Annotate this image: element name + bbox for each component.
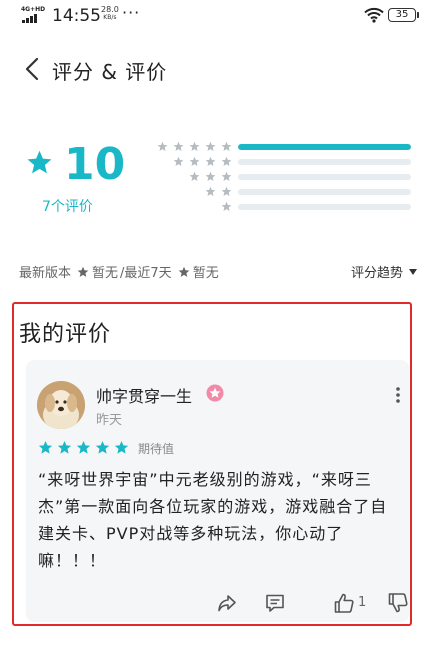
level-badge-icon: [206, 384, 224, 402]
comment-icon[interactable]: [264, 592, 286, 614]
version-ratings: 最新版本 暂无 /最近7天 暂无: [19, 262, 219, 281]
star-icon: [76, 440, 91, 454]
app-header: 评分 & 评价: [0, 48, 442, 88]
star-icon: [205, 171, 216, 181]
distribution-bar: [238, 159, 411, 165]
thumbs-down-icon[interactable]: [387, 592, 409, 614]
distribution-stars: [189, 171, 232, 182]
star-icon: [205, 141, 216, 151]
distribution-row-2-star: [150, 185, 412, 200]
thumbs-up-icon[interactable]: [333, 592, 355, 614]
distribution-stars: [205, 186, 232, 197]
rating-trend-dropdown[interactable]: 评分趋势: [351, 262, 417, 281]
distribution-row-5-star: [150, 140, 412, 155]
latest-version-score: 暂无: [92, 266, 119, 281]
review-time: 昨天: [96, 413, 123, 428]
section-title: 我的评价: [19, 322, 112, 347]
star-icon: [189, 156, 200, 166]
star-icon: [57, 440, 72, 454]
star-icon: [221, 186, 232, 196]
star-icon: [189, 171, 200, 181]
review-actions: 1: [216, 592, 409, 616]
star-icon: [77, 266, 89, 277]
star-icon: [221, 171, 232, 181]
my-review-section: 我的评价 帅字贯穿一生 昨天 期待值 “来呀世界宇宙”中元老级别的游戏，“来呀三…: [12, 302, 412, 626]
review-text: “来呀世界宇宙”中元老级别的游戏，“来呀三杰”第一款面向各位玩家的游戏，游戏融合…: [38, 470, 388, 570]
distribution-row-3-star: [150, 170, 412, 185]
battery-icon: 35: [388, 8, 419, 22]
status-bar: 4G+HD 14:55 28.0 KB/s ··· 35: [0, 0, 442, 34]
filter-row: 最新版本 暂无 /最近7天 暂无 评分趋势: [19, 262, 419, 282]
star-icon: [173, 156, 184, 166]
signal-icon: 4G+HD: [21, 6, 46, 23]
rating-count: 7个评价: [42, 199, 93, 215]
distribution-bar: [238, 204, 411, 210]
star-icon: [221, 141, 232, 151]
star-icon: [157, 141, 168, 151]
username[interactable]: 帅字贯穿一生: [96, 383, 192, 407]
star-icon: [189, 141, 200, 151]
latest-version-label: 最新版本: [19, 266, 72, 281]
share-icon[interactable]: [216, 592, 238, 614]
distribution-bar: [238, 174, 411, 180]
rating-distribution: [150, 140, 412, 215]
back-arrow-icon[interactable]: [22, 56, 42, 82]
star-icon: [221, 156, 232, 166]
network-speed: 28.0 KB/s: [101, 5, 119, 22]
distribution-bar-fill: [238, 144, 411, 150]
review-card: 帅字贯穿一生 昨天 期待值 “来呀世界宇宙”中元老级别的游戏，“来呀三杰”第一款…: [26, 360, 409, 622]
page-title: 评分 & 评价: [52, 60, 168, 84]
avatar[interactable]: [37, 381, 85, 429]
rating-label: 期待值: [138, 442, 175, 456]
star-icon: [221, 201, 232, 211]
wifi-icon: [364, 7, 384, 23]
distribution-bar: [238, 144, 411, 150]
rating-trend-label: 评分趋势: [350, 266, 403, 281]
distribution-row-4-star: [150, 155, 412, 170]
star-icon: [205, 186, 216, 196]
like-count: 1: [358, 595, 367, 610]
notification-dots: ···: [122, 3, 141, 22]
clock: 14:55: [52, 6, 101, 26]
distribution-row-1-star: [150, 200, 412, 215]
distribution-stars: [157, 141, 232, 152]
star-icon: [205, 156, 216, 166]
distribution-bar: [238, 189, 411, 195]
distribution-stars: [221, 201, 232, 212]
dog-avatar-icon: [37, 381, 85, 429]
star-icon: [95, 440, 110, 454]
star-icon: [173, 141, 184, 151]
recent-7-days-score: 暂无: [192, 266, 219, 281]
review-star-rating: [38, 440, 129, 455]
more-options-icon[interactable]: [395, 386, 401, 404]
network-type: 4G+HD: [21, 6, 46, 13]
caret-down-icon: [409, 268, 417, 275]
star-icon: [178, 266, 189, 277]
star-icon: [114, 440, 129, 454]
distribution-stars: [173, 156, 232, 167]
star-icon: [27, 150, 52, 174]
score-value: 10: [64, 139, 126, 190]
star-icon: [38, 440, 53, 454]
recent-7-days-label: /最近7天: [120, 266, 172, 281]
